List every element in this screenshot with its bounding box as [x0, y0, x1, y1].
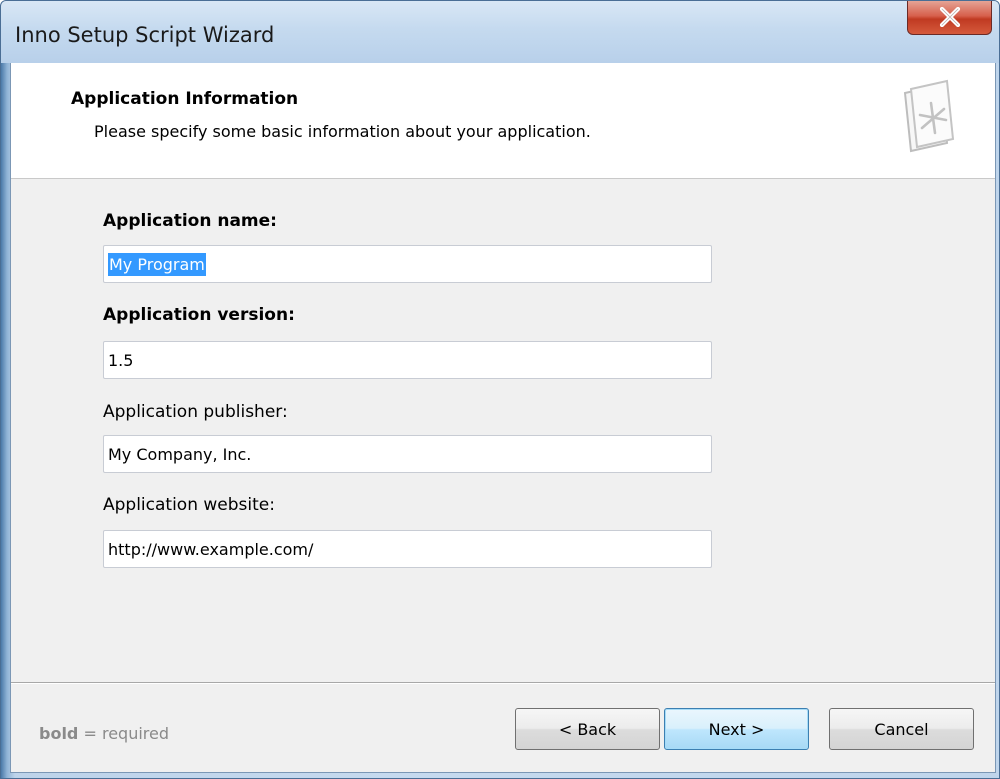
footer-divider	[11, 682, 995, 684]
wizard-header: Application Information Please specify s…	[11, 63, 995, 179]
close-icon	[939, 7, 961, 27]
app-website-value: http://www.example.com/	[108, 539, 314, 559]
app-website-input[interactable]: http://www.example.com/	[103, 530, 712, 568]
back-button[interactable]: < Back	[515, 708, 660, 750]
app-name-label: Application name:	[103, 211, 277, 231]
close-button[interactable]	[907, 1, 992, 35]
app-website-label: Application website:	[103, 495, 275, 515]
app-name-input[interactable]: My Program	[103, 245, 712, 283]
app-version-value: 1.5	[108, 350, 134, 370]
next-button[interactable]: Next >	[664, 708, 809, 750]
app-publisher-input[interactable]: My Company, Inc.	[103, 435, 712, 473]
app-publisher-value: My Company, Inc.	[108, 444, 252, 464]
app-version-label: Application version:	[103, 305, 295, 325]
wizard-content: Application Information Please specify s…	[10, 63, 996, 773]
title-bar[interactable]: Inno Setup Script Wizard	[1, 1, 999, 63]
cancel-button[interactable]: Cancel	[829, 708, 974, 750]
required-hint: bold = required	[39, 724, 169, 743]
wizard-window: Inno Setup Script Wizard Application Inf…	[0, 0, 1000, 779]
wizard-document-icon	[903, 79, 955, 153]
app-name-value: My Program	[108, 252, 206, 276]
required-hint-bold: bold	[39, 724, 79, 743]
app-publisher-label: Application publisher:	[103, 402, 288, 422]
page-title: Application Information	[71, 89, 299, 109]
app-version-input[interactable]: 1.5	[103, 341, 712, 379]
window-title: Inno Setup Script Wizard	[15, 23, 275, 47]
required-hint-text: = required	[78, 724, 170, 743]
page-subtitle: Please specify some basic information ab…	[94, 122, 591, 141]
